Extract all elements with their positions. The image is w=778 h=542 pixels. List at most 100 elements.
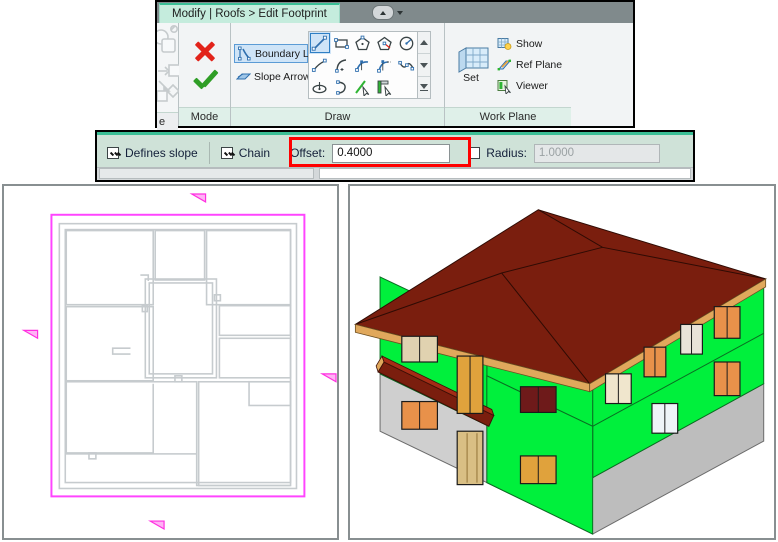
ribbon-panel-draw: Boundary Line Slope Arrow Draw — [231, 23, 445, 126]
center-ends-arc-icon — [335, 58, 347, 73]
gallery-item-start-end-radius-arc[interactable] — [309, 54, 331, 76]
gallery-item-fillet-arc[interactable] — [374, 54, 396, 76]
defines-slope-label: Defines slope — [125, 146, 198, 160]
radius-label: Radius: — [486, 146, 527, 160]
floor-plan-viewport[interactable] — [2, 184, 339, 540]
floor-plan-drawing — [21, 193, 337, 531]
circle-tool-icon — [399, 36, 414, 50]
ribbon-panel-work-plane: Set Show Ref Plane Viewer Work Plane — [445, 23, 571, 126]
radius-input[interactable]: 1.0000 — [533, 143, 660, 163]
circumscribed-polygon-icon — [377, 36, 392, 50]
panel-label-mode: Mode — [179, 107, 230, 126]
reference-plane-icon — [497, 58, 512, 73]
gallery-item-center-ends-arc[interactable] — [331, 54, 353, 76]
pick-lines-icon — [355, 79, 370, 96]
draw-panel-content: Boundary Line Slope Arrow — [231, 23, 444, 107]
work-plane-show-button[interactable]: Show — [497, 36, 562, 53]
draw-tool-label: Slope Arrow — [254, 70, 311, 83]
gallery-item-pick-lines[interactable] — [352, 76, 374, 98]
work-plane-content: Set Show Ref Plane Viewer — [445, 23, 571, 107]
options-bar: Defines slope Chain Offset: 0.4000 Radiu… — [95, 130, 695, 182]
properties-strip — [99, 168, 314, 179]
fillet-arc-icon — [377, 59, 392, 73]
offset-input[interactable]: 0.4000 — [332, 143, 451, 163]
work-plane-grid-icon — [456, 46, 489, 73]
draw-tool-boundary-line[interactable]: Boundary Line — [234, 44, 323, 63]
gallery-item-line-tool[interactable] — [309, 32, 331, 54]
chain-checkbox[interactable] — [220, 147, 233, 159]
chain-label: Chain — [238, 146, 271, 160]
work-plane-set-button[interactable]: Set — [451, 46, 491, 84]
work-plane-ref-plane-button[interactable]: Ref Plane — [497, 57, 562, 74]
work-plane-viewer-button[interactable]: Viewer — [497, 78, 562, 95]
scroll-down-icon — [420, 62, 428, 68]
offset-label: Offset: — [290, 146, 326, 160]
tab-modify-roofs-edit-footprint[interactable]: Modify | Roofs > Edit Footprint — [159, 3, 340, 23]
options-bar-row: Defines slope Chain Offset: 0.4000 Radiu… — [97, 138, 693, 168]
boundary-line-icon — [237, 46, 252, 61]
work-plane-viewer-icon — [497, 79, 512, 95]
mode-panel-content — [179, 23, 230, 107]
chevron-up-icon — [380, 10, 386, 15]
radius-checkbox[interactable] — [468, 147, 481, 159]
three-d-viewport[interactable] — [348, 184, 776, 540]
expand-gallery-icon — [420, 83, 428, 92]
pick-walls-icon — [377, 80, 392, 96]
draw-tool-slope-arrow[interactable]: Slope Arrow — [234, 67, 311, 86]
divider — [208, 142, 210, 164]
gallery-item-inscribed-polygon[interactable] — [352, 32, 374, 54]
gallery-item-spline-tool[interactable] — [395, 54, 417, 76]
tangent-end-arc-icon — [355, 59, 369, 72]
work-plane-item-label: Viewer — [516, 80, 548, 92]
options-bar-lower-strip — [97, 167, 693, 180]
ribbon: Modify | Roofs > Edit Footprint e Mode B… — [153, 0, 635, 131]
draw-tool-gallery[interactable] — [308, 31, 418, 99]
start-end-radius-arc-icon — [312, 58, 327, 72]
slope-arrow-marker — [148, 520, 165, 531]
gallery-scroll-down-button[interactable] — [418, 55, 430, 77]
gallery-item-circumscribed-polygon[interactable] — [374, 32, 396, 54]
chevron-down-icon[interactable] — [397, 10, 403, 15]
gallery-item-empty — [395, 76, 417, 98]
tab-label: Modify | Roofs > Edit Footprint — [172, 8, 327, 20]
gallery-item-tangent-end-arc[interactable] — [352, 54, 374, 76]
gallery-scrollbar[interactable] — [418, 31, 431, 99]
slope-arrow-markers[interactable] — [21, 193, 337, 531]
work-plane-item-label: Show — [516, 38, 543, 50]
show-work-plane-icon — [497, 37, 512, 52]
panel-label-work-plane: Work Plane — [445, 107, 571, 126]
canvas-strip — [319, 168, 691, 179]
faded-modify-icons — [153, 24, 181, 102]
slope-arrow-marker — [21, 329, 39, 340]
three-d-building-model — [354, 209, 767, 535]
ribbon-collapse-group[interactable] — [372, 5, 403, 20]
rectangle-tool-icon — [334, 37, 349, 49]
green-check-icon[interactable] — [191, 68, 219, 93]
defines-slope-checkbox[interactable] — [107, 147, 119, 159]
ribbon-panels: e Mode Boundary Line Slope Arrow Draw Se… — [153, 23, 633, 131]
gallery-item-pick-walls[interactable] — [374, 76, 396, 98]
slope-arrow-marker — [319, 373, 337, 383]
red-x-icon[interactable] — [192, 38, 218, 64]
wall-outlines — [58, 222, 298, 490]
ribbon-panel-mode: Mode — [179, 23, 231, 126]
gallery-item-rectangle-tool[interactable] — [331, 32, 353, 54]
line-tool-icon — [312, 35, 328, 51]
gallery-item-circle-tool[interactable] — [395, 32, 417, 54]
gallery-item-ellipse-tool[interactable] — [309, 76, 331, 98]
gallery-expand-button[interactable] — [418, 77, 430, 98]
modify-panel-icons — [153, 23, 181, 112]
gallery-item-partial-ellipse[interactable] — [331, 76, 353, 98]
collapse-ribbon-button[interactable] — [372, 5, 394, 20]
panel-label-draw: Draw — [231, 107, 444, 126]
ellipse-tool-icon — [312, 81, 327, 93]
gallery-scroll-up-button[interactable] — [418, 32, 430, 54]
ribbon-panel-modify-clipped: e — [153, 23, 181, 131]
scroll-up-icon — [420, 40, 428, 45]
slope-arrow-icon — [235, 69, 252, 84]
work-plane-item-label: Ref Plane — [516, 59, 563, 71]
options-bar-accent — [97, 132, 693, 135]
partial-ellipse-icon — [336, 79, 346, 95]
panel-label-clipped: e — [157, 112, 178, 131]
spline-tool-icon — [398, 60, 414, 70]
